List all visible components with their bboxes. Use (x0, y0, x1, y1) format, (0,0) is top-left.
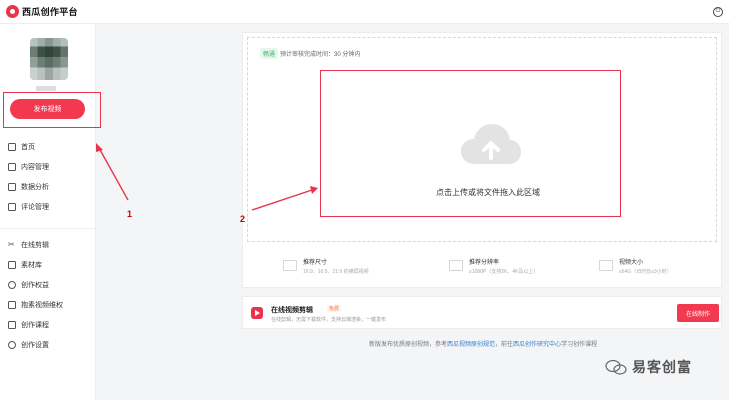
library-icon (8, 261, 16, 269)
sidebar-item-label: 创作课程 (21, 322, 49, 329)
sidebar-item-label: 抱素视频维权 (21, 302, 63, 309)
upload-specs: 推荐尺寸 16:9、16:9、21:9 的横屏视频 推荐分辨率 ≥1080P（支… (243, 251, 723, 283)
spec-filesize: 视频大小 ≤64G（日时长≤3小时） (599, 257, 672, 275)
rights-icon (8, 281, 16, 289)
app-logo[interactable]: 西瓜创作平台 (6, 5, 78, 18)
top-bar: 西瓜创作平台 ⏻ (0, 0, 729, 24)
watermark: 易客创富 (605, 357, 692, 377)
scissors-icon: ✂ (8, 240, 15, 249)
spec-resolution: 推荐分辨率 ≥1080P（支持2K、4K及以上） (449, 257, 538, 275)
app-title: 西瓜创作平台 (22, 7, 78, 17)
review-estimate: 预计审核完成时间：30 分钟内 (280, 52, 361, 58)
image-icon (283, 260, 297, 271)
footer-middle: ，前往 (495, 342, 514, 348)
spec-title: 推荐分辨率 (469, 260, 500, 266)
sidebar-item-label: 评论管理 (21, 204, 49, 211)
sidebar-item-label: 创作权益 (21, 282, 49, 289)
annotation-number-2: 2 (240, 214, 246, 224)
exit-icon[interactable]: ⏻ (713, 7, 723, 17)
spec-sub: 16:9、16:9、21:9 的横屏视频 (303, 269, 369, 275)
footer-note: 新版发布优质原创视频，参考西瓜视频原创规范，前往西瓜创作研究中心学习创作课程 (369, 339, 597, 348)
sidebar-item-settings[interactable]: 创作设置 (0, 335, 96, 355)
play-icon (251, 307, 263, 319)
sidebar-item-library[interactable]: 素材库 (0, 255, 96, 275)
sidebar-item-content[interactable]: 内容管理 (0, 157, 96, 177)
footer-link-research[interactable]: 西瓜创作研究中心 (513, 342, 561, 348)
status-badge: 畅通 (260, 48, 279, 59)
nav-divider (0, 228, 96, 229)
video-camera-icon (599, 260, 613, 271)
sidebar-item-label: 素材库 (21, 262, 42, 269)
free-badge: 免费 (327, 305, 342, 312)
online-edit-card: 在线视频剪辑 免费 在线剪辑，无需下载软件，支持云端渲染，一键发布 在线制作 (242, 296, 722, 329)
monitor-icon (449, 260, 463, 271)
course-icon (8, 321, 16, 329)
avatar[interactable] (30, 38, 68, 80)
footer-suffix: 学习创作课程 (561, 342, 598, 348)
sidebar-item-label: 首页 (21, 144, 35, 151)
sidebar-item-comments[interactable]: 评论管理 (0, 197, 96, 217)
username-placeholder (36, 86, 56, 91)
sidebar-item-label: 在线剪辑 (21, 242, 49, 249)
arrow-1-line (98, 147, 129, 201)
arrow-1-head (96, 143, 103, 152)
footer-link-originality[interactable]: 西瓜视频原创规范 (447, 342, 495, 348)
sidebar-nav-secondary: ✂ 在线剪辑 素材库 创作权益 抱素视频维权 创作课程 创作设置 (0, 235, 96, 355)
content-icon (8, 163, 16, 171)
sidebar-item-protection[interactable]: 抱素视频维权 (0, 295, 96, 315)
watermark-text: 易客创富 (632, 359, 692, 375)
spec-title: 推荐尺寸 (303, 260, 328, 266)
sidebar-item-courses[interactable]: 创作课程 (0, 315, 96, 335)
publish-video-button[interactable]: 发布视频 (10, 99, 85, 119)
sidebar-item-rights[interactable]: 创作权益 (0, 275, 96, 295)
sidebar-item-label: 内容管理 (21, 164, 49, 171)
spec-title: 视频大小 (619, 260, 644, 266)
chart-icon (8, 183, 16, 191)
footer-prefix: 新版发布优质原创视频，参考 (369, 342, 448, 348)
sidebar-item-label: 创作设置 (21, 342, 49, 349)
spec-sub: ≥1080P（支持2K、4K及以上） (469, 269, 539, 275)
spec-sub: ≤64G（日时长≤3小时） (619, 269, 672, 275)
sidebar-item-label: 数据分析 (21, 184, 49, 191)
online-edit-desc: 在线剪辑，无需下载软件，支持云端渲染，一键发布 (271, 317, 387, 323)
sidebar-item-online-edit[interactable]: ✂ 在线剪辑 (0, 235, 96, 255)
online-create-button[interactable]: 在线制作 (677, 304, 719, 322)
comment-icon (8, 203, 16, 211)
annotation-number-1: 1 (127, 209, 133, 219)
settings-icon (8, 341, 16, 349)
annotation-box-upload (320, 70, 621, 217)
shield-icon (8, 301, 16, 309)
wechat-icon (605, 359, 627, 375)
sidebar-item-home[interactable]: 首页 (0, 137, 96, 157)
online-edit-title: 在线视频剪辑 (271, 307, 313, 314)
spec-size: 推荐尺寸 16:9、16:9、21:9 的横屏视频 (283, 257, 369, 275)
sidebar-item-analytics[interactable]: 数据分析 (0, 177, 96, 197)
sidebar-nav-primary: 首页 内容管理 数据分析 评论管理 (0, 137, 96, 217)
home-icon (8, 143, 16, 151)
xigua-logo-icon (6, 5, 19, 18)
